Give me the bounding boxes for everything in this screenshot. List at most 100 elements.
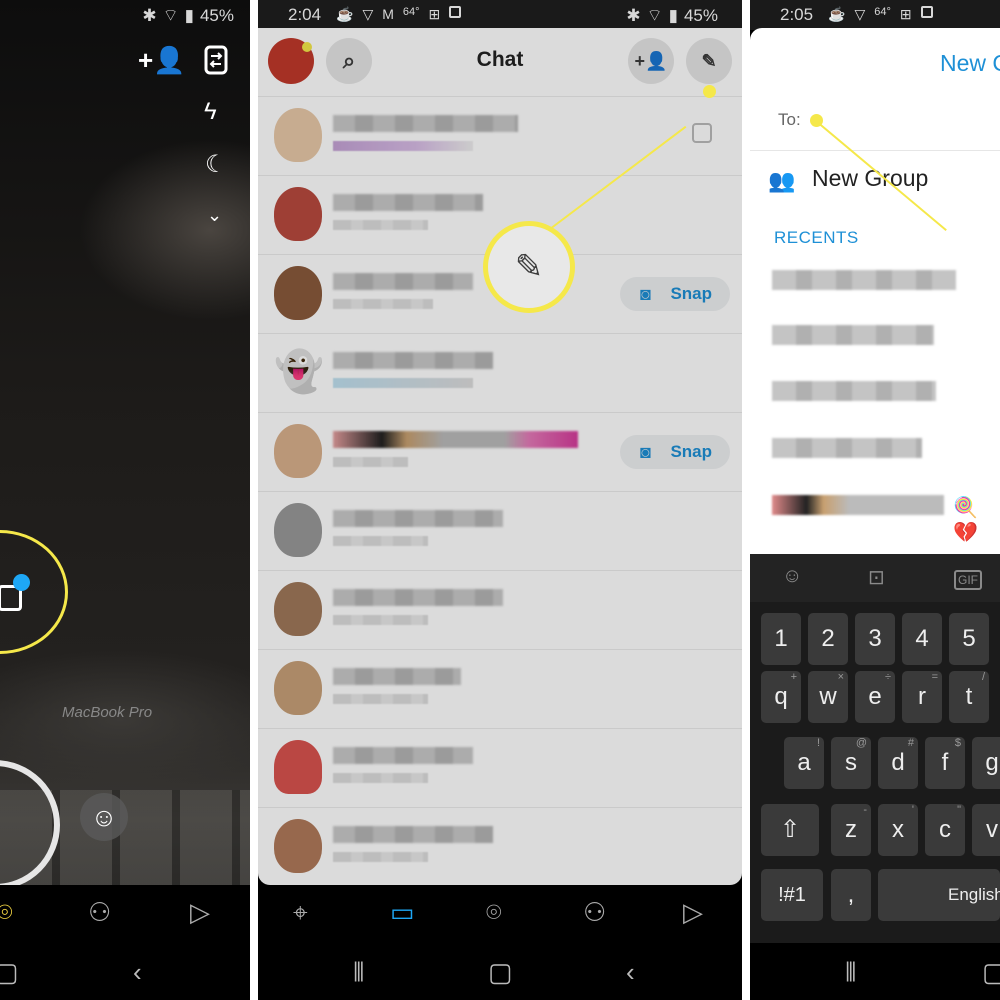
cup-icon: ▽ xyxy=(362,6,374,22)
new-chat-zoom-callout: ✎ xyxy=(483,221,575,313)
notification-icons: ☕ ▽ M 64° ⊞ xyxy=(336,6,462,23)
grid-icon: ⊞ xyxy=(428,6,441,22)
bottom-nav: ⌾ ⚇ ▷ xyxy=(0,885,250,943)
discover-tab-icon[interactable]: ▷ xyxy=(190,897,210,928)
key-z[interactable]: -z xyxy=(831,804,871,856)
bluetooth-icon: ✱ xyxy=(626,5,641,25)
divider xyxy=(250,0,258,1000)
new-chat-screen: 2:05 ☕ ▽ 64° ⊞ New C To: 👥 New Group REC… xyxy=(750,0,1000,1000)
chat-screen: 2:04 ☕ ▽ M 64° ⊞ ✱ ⌔ ▮ 45% ⌕ Chat +👤 ✎ ◙… xyxy=(258,0,742,1000)
map-icon[interactable]: ⌖ xyxy=(293,897,308,929)
page-title: New C xyxy=(940,50,1000,76)
key-1[interactable]: 1 xyxy=(761,613,801,665)
chat-tab-icon[interactable]: ▭ xyxy=(390,897,415,928)
cup-icon: ▽ xyxy=(854,6,866,22)
recent-contact-redacted[interactable] xyxy=(772,381,936,401)
notification-dot xyxy=(13,574,30,591)
clock: 2:04 xyxy=(288,5,322,24)
camera-tab-icon[interactable]: ⌾ xyxy=(0,897,13,929)
key-f[interactable]: $ f xyxy=(925,737,965,789)
recents-header: RECENTS xyxy=(774,228,859,247)
coffee-icon: ☕ xyxy=(336,6,354,22)
key-t[interactable]: / t xyxy=(949,671,989,723)
back-icon[interactable]: ‹ xyxy=(626,957,635,988)
recent-contact-redacted[interactable] xyxy=(772,495,944,515)
bluetooth-icon: ✱ xyxy=(142,5,157,25)
key-s[interactable]: @ s xyxy=(831,737,871,789)
home-icon[interactable]: ▢ xyxy=(488,957,513,988)
camera-tab-icon[interactable]: ⌾ xyxy=(486,897,502,929)
home-icon[interactable]: ▢ xyxy=(982,957,1000,988)
system-nav: ⦀ ▢ ‹ xyxy=(258,943,742,1000)
recipient-input[interactable] xyxy=(820,104,1000,138)
temperature: 64° xyxy=(402,6,420,18)
recents-icon[interactable]: ⦀ xyxy=(845,957,856,989)
flip-camera-icon[interactable] xyxy=(203,44,229,83)
key-e[interactable]: ÷ e xyxy=(855,671,895,723)
lens-icon[interactable]: ☺ xyxy=(80,793,128,841)
recent-contact-redacted[interactable] xyxy=(772,438,922,458)
back-icon[interactable]: ‹ xyxy=(133,957,142,988)
wifi-icon: ⌔ xyxy=(646,6,663,25)
recents-icon[interactable]: ⦀ xyxy=(353,957,364,989)
system-nav: ⦀ ▢ xyxy=(750,943,1000,1000)
tutorial-composite: MacBook Pro ✱ ⌔ ▮ 45% +👤 ϟ ☾ ⌄ ☺ ⌾ ⚇ ▷ ▢ xyxy=(0,0,1000,1000)
divider xyxy=(750,150,1000,151)
key-g[interactable]: g xyxy=(972,737,1000,789)
key-d[interactable]: # d xyxy=(878,737,918,789)
grid-icon: ⊞ xyxy=(899,6,912,22)
shift-key[interactable]: ⇧ xyxy=(761,804,819,856)
recent-contact-redacted[interactable] xyxy=(772,325,934,345)
key-x[interactable]: ' x xyxy=(878,804,918,856)
wifi-icon: ⌔ xyxy=(162,6,179,25)
key-3[interactable]: 3 xyxy=(855,613,895,665)
callout-dot xyxy=(703,85,716,98)
sticker-icon[interactable]: ⊡ xyxy=(868,565,885,590)
signal-icon: ▮ xyxy=(668,5,678,25)
emoji-icon[interactable]: ☺ xyxy=(782,565,802,588)
status-bar: 2:05 ☕ ▽ 64° ⊞ xyxy=(750,0,1000,30)
chat-list-card: ⌕ Chat +👤 ✎ ◙ Snap 👻 ◙ Snap ✎ xyxy=(258,28,742,885)
key-c[interactable]: " c xyxy=(925,804,965,856)
battery-level: 45% xyxy=(199,5,234,25)
camera-screen: MacBook Pro ✱ ⌔ ▮ 45% +👤 ϟ ☾ ⌄ ☺ ⌾ ⚇ ▷ ▢ xyxy=(0,0,250,1000)
recent-contact-redacted[interactable] xyxy=(772,270,956,290)
friends-tab-icon[interactable]: ⚇ xyxy=(88,897,111,928)
system-nav: ▢ ‹ xyxy=(0,943,250,1000)
app-icon xyxy=(449,6,462,18)
key-a[interactable]: ! a xyxy=(784,737,824,789)
app-icon xyxy=(920,6,933,18)
key-v[interactable]: v xyxy=(972,804,1000,856)
key-5[interactable]: 5 xyxy=(949,613,989,665)
system-status: ✱ ⌔ ▮ 45% xyxy=(626,5,718,26)
gmail-icon: M xyxy=(382,6,394,22)
key-4[interactable]: 4 xyxy=(902,613,942,665)
new-chat-card: New C To: 👥 New Group RECENTS 🍭💔 xyxy=(750,28,1000,554)
bottom-nav: ⌖ ▭ ⌾ ⚇ ▷ xyxy=(258,885,742,943)
new-group-option[interactable]: New Group xyxy=(812,165,928,192)
key-2[interactable]: 2 xyxy=(808,613,848,665)
friends-tab-icon[interactable]: ⚇ xyxy=(583,897,606,928)
add-friend-icon[interactable]: +👤 xyxy=(138,45,186,76)
macbook-text: MacBook Pro xyxy=(62,704,153,721)
signal-icon: ▮ xyxy=(184,5,194,25)
tutorial-dim-overlay xyxy=(258,28,742,885)
space-key[interactable]: English xyxy=(878,869,1000,921)
key-q[interactable]: + q xyxy=(761,671,801,723)
key-r[interactable]: = r xyxy=(902,671,942,723)
key-w[interactable]: × w xyxy=(808,671,848,723)
keyboard-toolbar: ☺ ⊡ GIF xyxy=(750,554,1000,602)
chevron-down-icon[interactable]: ⌄ xyxy=(207,205,222,226)
home-icon[interactable]: ▢ xyxy=(0,957,19,988)
flash-off-icon[interactable]: ϟ xyxy=(204,98,217,126)
discover-tab-icon[interactable]: ▷ xyxy=(683,897,703,928)
gif-icon[interactable]: GIF xyxy=(954,570,982,590)
night-mode-icon[interactable]: ☾ xyxy=(205,150,227,179)
battery-level: 45% xyxy=(683,5,718,25)
coffee-icon: ☕ xyxy=(828,6,846,22)
notification-icons: ☕ ▽ 64° ⊞ xyxy=(828,6,933,23)
clock: 2:05 xyxy=(780,5,814,24)
comma-key[interactable]: , xyxy=(831,869,871,921)
symbols-key[interactable]: !#1 xyxy=(761,869,823,921)
divider xyxy=(742,0,750,1000)
